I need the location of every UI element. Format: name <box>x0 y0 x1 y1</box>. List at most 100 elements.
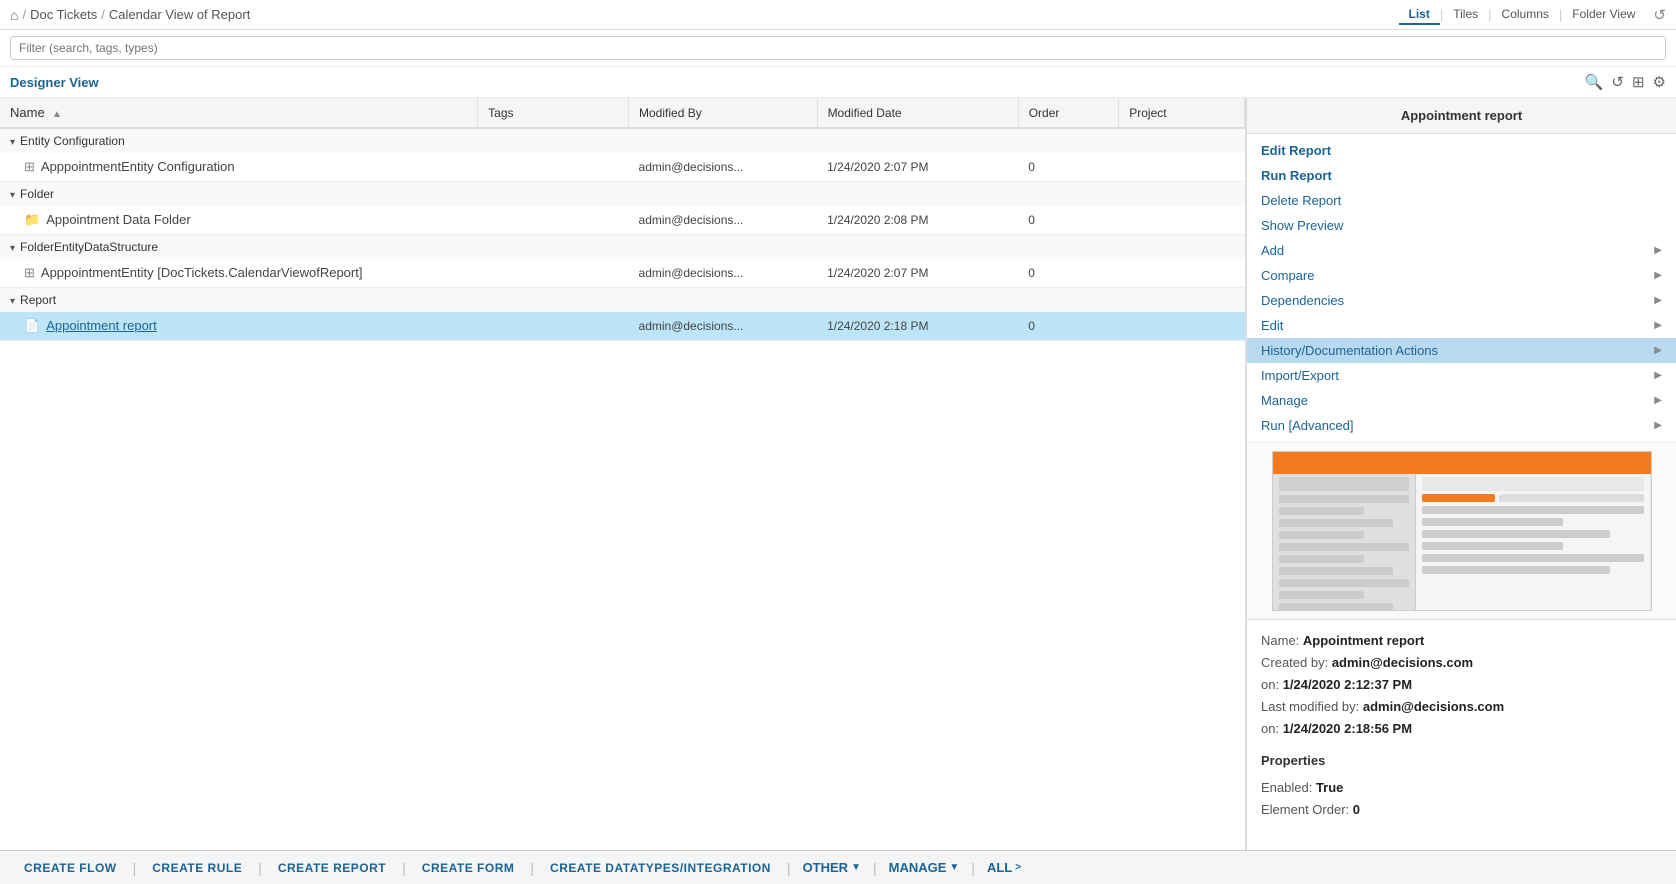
view-tabs: List | Tiles | Columns | Folder View ↺ <box>1399 5 1666 25</box>
breadcrumb-sep-2: / <box>101 7 105 22</box>
action-label: Edit Report <box>1261 143 1331 158</box>
create-rule-button[interactable]: CREATE RULE <box>138 861 256 875</box>
other-dropdown[interactable]: Other ▼ <box>793 860 871 875</box>
settings-icon[interactable]: ⚙ <box>1653 73 1666 91</box>
table-panel: Name ▲ Tags Modified By Modified Date Or… <box>0 98 1246 850</box>
search-icon[interactable]: 🔍 <box>1585 73 1604 91</box>
table-row[interactable]: 📁Appointment Data Folderadmin@decisions.… <box>0 206 1245 235</box>
info-section: Name: Appointment report Created by: adm… <box>1247 620 1676 831</box>
action-label: Run [Advanced] <box>1261 418 1354 433</box>
col-project[interactable]: Project <box>1119 98 1245 128</box>
action-label: Run Report <box>1261 168 1332 183</box>
breadcrumb-current: Calendar View of Report <box>109 7 250 22</box>
create-form-button[interactable]: CREATE FORM <box>408 861 529 875</box>
chevron-icon: ▶ <box>1654 320 1662 331</box>
cell-modified-by: admin@decisions... <box>629 259 818 288</box>
col-order[interactable]: Order <box>1018 98 1119 128</box>
cell-modified-by: admin@decisions... <box>629 206 818 235</box>
home-icon[interactable]: ⌂ <box>10 7 18 23</box>
right-panel: Appointment report Edit ReportRun Report… <box>1246 98 1676 850</box>
col-tags[interactable]: Tags <box>478 98 629 128</box>
action-item-run-advanced-[interactable]: Run [Advanced]▶ <box>1247 413 1676 438</box>
refresh-icon[interactable]: ↺ <box>1653 6 1666 24</box>
cell-tags <box>478 312 629 341</box>
entity-icon: ⊞ <box>24 265 35 280</box>
action-item-add[interactable]: Add▶ <box>1247 238 1676 263</box>
cell-modified-date: 1/24/2020 2:07 PM <box>817 259 1018 288</box>
action-item-history-documentation-actions[interactable]: History/Documentation Actions ▶ <box>1247 338 1676 363</box>
folder-icon: 📁 <box>24 212 40 227</box>
designer-header: Designer View 🔍 ↺ ⊞ ⚙ <box>0 67 1676 98</box>
cell-modified-by: admin@decisions... <box>629 312 818 341</box>
designer-icons: 🔍 ↺ ⊞ ⚙ <box>1585 73 1666 91</box>
action-label: Show Preview <box>1261 218 1343 233</box>
chevron-icon: ▶ <box>1654 270 1662 281</box>
create-flow-button[interactable]: CREATE FLOW <box>10 861 131 875</box>
action-item-edit[interactable]: Edit ▶ <box>1247 313 1676 338</box>
other-dropdown-arrow: ▼ <box>851 862 861 873</box>
chevron-icon: ▶ <box>1654 370 1662 381</box>
info-last-modified: Last modified by: admin@decisions.com <box>1261 696 1662 718</box>
cell-order: 0 <box>1018 259 1119 288</box>
col-name[interactable]: Name ▲ <box>0 98 478 128</box>
action-label: Delete Report <box>1261 193 1341 208</box>
row-name: ApppointmentEntity [DocTickets.CalendarV… <box>41 265 363 280</box>
filter-input[interactable] <box>10 36 1666 60</box>
action-item-show-preview[interactable]: Show Preview <box>1247 213 1676 238</box>
action-menu: Edit Report Run Report Delete Report Show P… <box>1247 134 1676 443</box>
info-on-2: on: 1/24/2020 2:18:56 PM <box>1261 718 1662 740</box>
chevron-icon: ▶ <box>1654 395 1662 406</box>
report-icon: 📄 <box>24 318 40 333</box>
cell-modified-date: 1/24/2020 2:08 PM <box>817 206 1018 235</box>
manage-dropdown[interactable]: Manage ▼ <box>879 860 970 875</box>
info-enabled: Enabled: True <box>1261 777 1662 799</box>
action-item-dependencies[interactable]: Dependencies▶ <box>1247 288 1676 313</box>
action-item-delete-report[interactable]: Delete Report <box>1247 188 1676 213</box>
table-row[interactable]: ⊞ApppointmentEntity Configurationadmin@d… <box>0 153 1245 182</box>
table-row[interactable]: 📄 Appointment report admin@decisions...1/2… <box>0 312 1245 341</box>
manage-dropdown-arrow: ▼ <box>949 862 959 873</box>
create-report-button[interactable]: CREATE REPORT <box>264 861 400 875</box>
bottom-bar: CREATE FLOW | CREATE RULE | CREATE REPOR… <box>0 850 1676 884</box>
action-item-manage[interactable]: Manage▶ <box>1247 388 1676 413</box>
action-label: Edit <box>1261 318 1283 333</box>
group-row[interactable]: ▾Entity Configuration <box>0 128 1245 153</box>
cell-order: 0 <box>1018 312 1119 341</box>
tab-folder-view[interactable]: Folder View <box>1562 5 1645 25</box>
cell-project <box>1119 206 1245 235</box>
group-row[interactable]: ▾Report <box>0 288 1245 313</box>
action-item-run-report[interactable]: Run Report <box>1247 163 1676 188</box>
create-datatypes-button[interactable]: CREATE DATATYPES/INTEGRATION <box>536 861 785 875</box>
top-nav: ⌂ / Doc Tickets / Calendar View of Repor… <box>0 0 1676 30</box>
filter-bar <box>0 30 1676 67</box>
chevron-icon: ▶ <box>1654 295 1662 306</box>
col-modified-by[interactable]: Modified By <box>629 98 818 128</box>
tab-columns[interactable]: Columns <box>1492 5 1559 25</box>
info-name: Name: Appointment report <box>1261 630 1662 652</box>
info-on-1: on: 1/24/2020 2:12:37 PM <box>1261 674 1662 696</box>
table-row[interactable]: ⊞ ApppointmentEntity [DocTickets.Calendar… <box>0 259 1245 288</box>
col-modified-date[interactable]: Modified Date <box>817 98 1018 128</box>
all-dropdown[interactable]: All > <box>977 860 1031 875</box>
action-item-compare[interactable]: Compare ▶ <box>1247 263 1676 288</box>
action-label: Import/Export <box>1261 368 1339 383</box>
tab-list[interactable]: List <box>1399 5 1440 25</box>
cell-tags <box>478 153 629 182</box>
preview-area <box>1247 443 1676 620</box>
chevron-icon: ▶ <box>1654 345 1662 356</box>
cell-modified-date: 1/24/2020 2:18 PM <box>817 312 1018 341</box>
action-item-import-export[interactable]: Import/Export ▶ <box>1247 363 1676 388</box>
action-label: History/Documentation Actions <box>1261 343 1438 358</box>
row-link[interactable]: Appointment report <box>46 318 157 333</box>
action-item-edit-report[interactable]: Edit Report <box>1247 138 1676 163</box>
tab-tiles[interactable]: Tiles <box>1443 5 1488 25</box>
group-row[interactable]: ▾Folder <box>0 182 1245 207</box>
group-row[interactable]: ▾FolderEntityDataStructure <box>0 235 1245 260</box>
preview-image <box>1272 451 1652 611</box>
refresh-icon[interactable]: ↺ <box>1611 73 1624 91</box>
layout-icon[interactable]: ⊞ <box>1632 73 1645 91</box>
action-label: Add <box>1261 243 1284 258</box>
breadcrumb-sep-1: / <box>22 7 26 22</box>
breadcrumb-doc-tickets[interactable]: Doc Tickets <box>30 7 97 22</box>
action-label: Compare <box>1261 268 1314 283</box>
